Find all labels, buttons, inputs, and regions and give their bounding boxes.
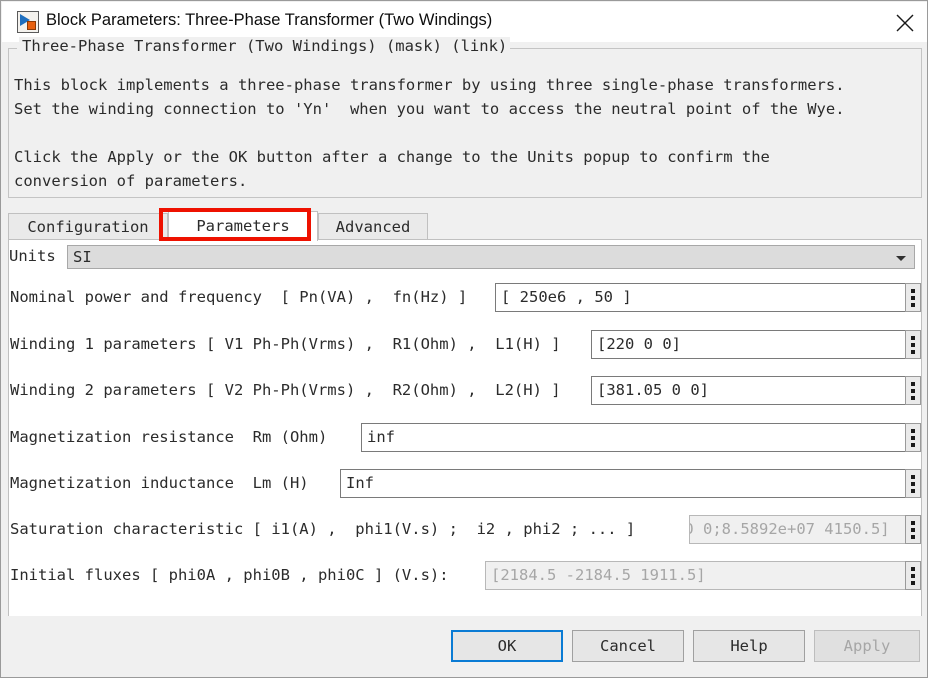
- parameter-input[interactable]: inf: [361, 423, 907, 452]
- parameter-label: Magnetization inductance Lm (H): [10, 474, 309, 492]
- parameter-input[interactable]: [ 250e6 , 50 ]: [495, 283, 907, 312]
- description-text: This block implements a three-phase tran…: [14, 76, 845, 190]
- description-legend: Three-Phase Transformer (Two Windings) (…: [19, 37, 511, 55]
- parameter-label: Saturation characteristic [ i1(A) , phi1…: [10, 520, 636, 538]
- cancel-button[interactable]: Cancel: [572, 630, 684, 662]
- chevron-down-icon: [896, 256, 906, 261]
- more-options-icon[interactable]: [905, 469, 921, 498]
- tab-configuration[interactable]: Configuration: [8, 213, 168, 240]
- window-title: Block Parameters: Three-Phase Transforme…: [46, 11, 493, 29]
- parameter-value: [220 0 0]: [597, 335, 681, 353]
- title-bar: Block Parameters: Three-Phase Transforme…: [2, 2, 927, 42]
- parameter-input: [0 0;8.5892e+07 4150.5]: [689, 515, 907, 544]
- parameter-input: [2184.5 -2184.5 1911.5]: [485, 561, 907, 590]
- units-value: SI: [73, 248, 92, 266]
- more-options-icon[interactable]: [905, 376, 921, 405]
- parameter-value: [381.05 0 0]: [597, 381, 709, 399]
- more-options-icon[interactable]: [905, 515, 921, 544]
- parameter-row: Magnetization inductance Lm (H) Inf: [1, 469, 927, 501]
- parameter-label: Nominal power and frequency [ Pn(VA) , f…: [10, 288, 468, 306]
- more-options-icon[interactable]: [905, 561, 921, 590]
- ok-button[interactable]: OK: [451, 630, 563, 662]
- parameter-row: Nominal power and frequency [ Pn(VA) , f…: [1, 283, 927, 315]
- parameter-row: Winding 1 parameters [ V1 Ph-Ph(Vrms) , …: [1, 330, 927, 362]
- close-icon[interactable]: [882, 2, 927, 42]
- parameter-label: Magnetization resistance Rm (Ohm): [10, 428, 328, 446]
- units-select[interactable]: SI: [67, 245, 915, 269]
- units-label: Units: [9, 247, 56, 265]
- parameter-value: [ 250e6 , 50 ]: [501, 288, 632, 306]
- parameter-label: Initial fluxes [ phi0A , phi0B , phi0C ]…: [10, 566, 449, 584]
- help-button[interactable]: Help: [693, 630, 805, 662]
- parameter-input[interactable]: [381.05 0 0]: [591, 376, 907, 405]
- simulink-block-icon: [17, 11, 39, 33]
- parameter-input[interactable]: [220 0 0]: [591, 330, 907, 359]
- parameter-label: Winding 1 parameters [ V1 Ph-Ph(Vrms) , …: [10, 335, 561, 353]
- parameter-row: Initial fluxes [ phi0A , phi0B , phi0C ]…: [1, 561, 927, 593]
- description-groupbox: Three-Phase Transformer (Two Windings) (…: [8, 37, 922, 198]
- parameter-value: [0 0;8.5892e+07 4150.5]: [689, 520, 890, 538]
- parameter-value: inf: [367, 428, 395, 446]
- more-options-icon[interactable]: [905, 423, 921, 452]
- dialog-footer: OK Cancel Help Apply: [2, 616, 927, 676]
- parameter-input[interactable]: Inf: [340, 469, 907, 498]
- parameter-label: Winding 2 parameters [ V2 Ph-Ph(Vrms) , …: [10, 381, 561, 399]
- parameter-value: [2184.5 -2184.5 1911.5]: [491, 566, 706, 584]
- more-options-icon[interactable]: [905, 283, 921, 312]
- more-options-icon[interactable]: [905, 330, 921, 359]
- tab-strip: Configuration Parameters Advanced: [8, 211, 922, 241]
- parameter-row: Saturation characteristic [ i1(A) , phi1…: [1, 515, 927, 547]
- tab-parameters[interactable]: Parameters: [168, 211, 318, 241]
- parameter-row: Magnetization resistance Rm (Ohm) inf: [1, 423, 927, 455]
- parameter-value: Inf: [346, 474, 374, 492]
- apply-button: Apply: [814, 630, 920, 662]
- parameter-row: Winding 2 parameters [ V2 Ph-Ph(Vrms) , …: [1, 376, 927, 408]
- block-parameters-dialog: Block Parameters: Three-Phase Transforme…: [0, 0, 928, 678]
- tab-advanced[interactable]: Advanced: [318, 213, 428, 240]
